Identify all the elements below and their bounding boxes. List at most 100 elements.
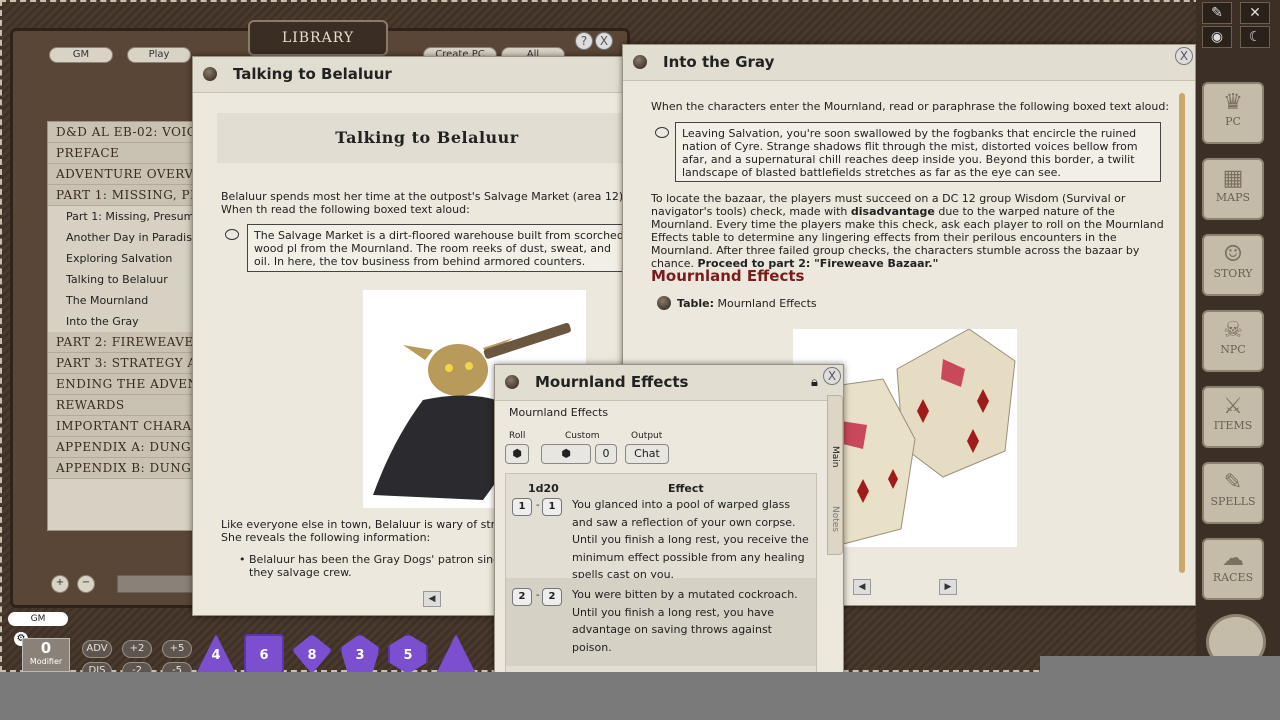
output-select[interactable]: Chat [625,444,669,464]
library-entry[interactable]: D&D AL EB-02: Voice [48,122,211,143]
table-link-text: Mournland Effects [717,297,817,310]
effects-window-header[interactable]: Mournland Effects [495,365,843,401]
d6-die[interactable]: 6 [244,634,284,674]
modifier-button[interactable]: ADV [82,640,112,658]
table-row: 1-1 You glanced into a pool of warped gla… [506,488,816,581]
bottom-gray-bar [0,672,1280,720]
library-entry[interactable]: Part 2: Fireweave Ba [48,332,211,353]
moon-icon[interactable]: ☾ [1240,26,1270,48]
races-icon: ☁ [1222,546,1244,571]
add-entry-button[interactable]: + [51,575,69,593]
speech-bubble-icon [225,229,239,240]
library-entry[interactable]: Talking to Belaluur [48,269,211,290]
library-entry[interactable]: Exploring Salvation [48,248,211,269]
spells-icon: ✎ [1223,470,1243,495]
remove-entry-button[interactable]: − [77,575,95,593]
sidebar-pc-button[interactable]: ♛ PC [1202,82,1264,144]
gray-window-header[interactable]: Into the Gray [623,45,1195,81]
modifier-button[interactable]: +5 [162,640,192,658]
face-icon[interactable]: ◉ [1202,26,1232,48]
tab-main-label: Main [830,446,840,468]
output-label: Output [631,431,663,441]
range-from[interactable]: 2 [512,588,532,606]
pc-icon: ♛ [1223,90,1243,115]
library-entry[interactable]: Important Charac [48,416,211,437]
effects-subtitle: Mournland Effects [509,406,609,419]
gray-window-title: Into the Gray [663,53,775,71]
sidebar-button-label: STORY [1213,267,1253,280]
range-to[interactable]: 1 [542,498,562,516]
gray-corner [1040,656,1280,672]
talking-window-header[interactable]: Talking to Belaluur [193,57,631,93]
gray-boxed-text: Leaving Salvation, you're soon swallowed… [675,122,1161,182]
library-entry[interactable]: Preface [48,143,211,164]
story-icon: ☺ [1223,242,1243,267]
table-link-icon[interactable] [657,296,671,310]
talking-prev-button[interactable]: ◀ [423,591,441,607]
play-filter-button[interactable]: Play [127,47,191,63]
tab-main[interactable]: Main Notes [827,395,843,555]
table-link[interactable]: Table: Mournland Effects [677,297,817,310]
talking-bullet: Belaluur has been the Gray Dogs' patron … [249,553,506,579]
npc-icon: ☠ [1223,318,1243,343]
effect-text[interactable]: You glanced into a pool of warped glass … [572,496,812,584]
modifier-value: 0 [40,639,52,657]
library-entry[interactable]: Ending the Advent [48,374,211,395]
gray-close-button[interactable]: X [1175,47,1193,65]
talking-banner: Talking to Belaluur [217,113,637,163]
pencil-icon[interactable]: ✎ [1202,2,1232,24]
roll-button[interactable]: ⬢ [505,444,529,464]
library-close-button[interactable]: X [595,32,613,50]
gm-identity-label: GM [8,612,68,626]
library-entry[interactable]: Another Day in Paradise [48,227,211,248]
gm-filter-button[interactable]: GM [49,47,113,63]
library-entry[interactable]: Appendix B: Dungeo [48,458,211,479]
sidebar-maps-button[interactable]: ▦ MAPS [1202,158,1264,220]
gray-next-button[interactable]: ▶ [939,579,957,595]
library-entry[interactable]: The Mournland [48,290,211,311]
effects-table: 1d20 Effect 1-1 You glanced into a pool o… [505,473,817,673]
custom-label: Custom [565,431,600,441]
custom-die-button[interactable]: ⬢ [541,444,591,464]
tools-icon[interactable]: ✕ [1240,2,1270,24]
modifier-button[interactable]: +2 [122,640,152,658]
custom-value-field[interactable]: 0 [595,444,617,464]
effect-text[interactable]: You were bitten by a mutated cockroach. … [572,586,812,656]
range-dash: - [536,590,540,601]
sidebar-spells-button[interactable]: ✎ SPELLS [1202,462,1264,524]
library-entry-list: D&D AL EB-02: Voice Preface Adventure Over… [47,121,212,531]
range-dash: - [536,500,540,511]
sidebar-story-button[interactable]: ☺ STORY [1202,234,1264,296]
library-entry[interactable]: Part 1: Missing, Presumed D [48,206,211,227]
modifier-box[interactable]: 0 Modifier [22,638,70,672]
table-link-label: Table: [677,297,715,310]
library-help-button[interactable]: ? [575,32,593,50]
speech-bubble-icon [655,127,669,138]
sidebar-npc-button[interactable]: ☠ NPC [1202,310,1264,372]
window-bullet-icon [633,55,647,69]
range-to[interactable]: 2 [542,588,562,606]
sidebar-items-button[interactable]: ⚔ ITEMS [1202,386,1264,448]
library-entry[interactable]: Part 3: Strategy an [48,353,211,374]
gray-para1-b: disadvantage [850,205,935,218]
sidebar-button-label: RACES [1212,571,1254,584]
sidebar-button-label: ITEMS [1213,419,1253,432]
lock-icon[interactable]: 🔒︎ [811,375,818,390]
library-entry[interactable]: Part 1: Missing, Pres [48,185,211,206]
table-row: 2-2 You were bitten by a mutated cockroac… [506,578,816,666]
roll-label: Roll [509,431,526,441]
library-entry[interactable]: Adventure Overvie [48,164,211,185]
range-from[interactable]: 1 [512,498,532,516]
library-entry[interactable]: Appendix A: Dungeo [48,437,211,458]
library-search-input[interactable] [117,575,197,593]
sidebar-button-label: MAPS [1215,191,1251,204]
gray-prev-button[interactable]: ◀ [853,579,871,595]
effects-close-button[interactable]: X [823,367,841,385]
gray-scrollbar[interactable] [1179,93,1185,573]
window-bullet-icon [203,67,217,81]
library-entry[interactable]: Into the Gray [48,311,211,332]
library-entry[interactable]: Rewards [48,395,211,416]
tab-notes-label[interactable]: Notes [830,506,840,532]
effects-window: Mournland Effects 🔒︎ X Mournland Effects… [494,364,844,674]
sidebar-races-button[interactable]: ☁ RACES [1202,538,1264,600]
